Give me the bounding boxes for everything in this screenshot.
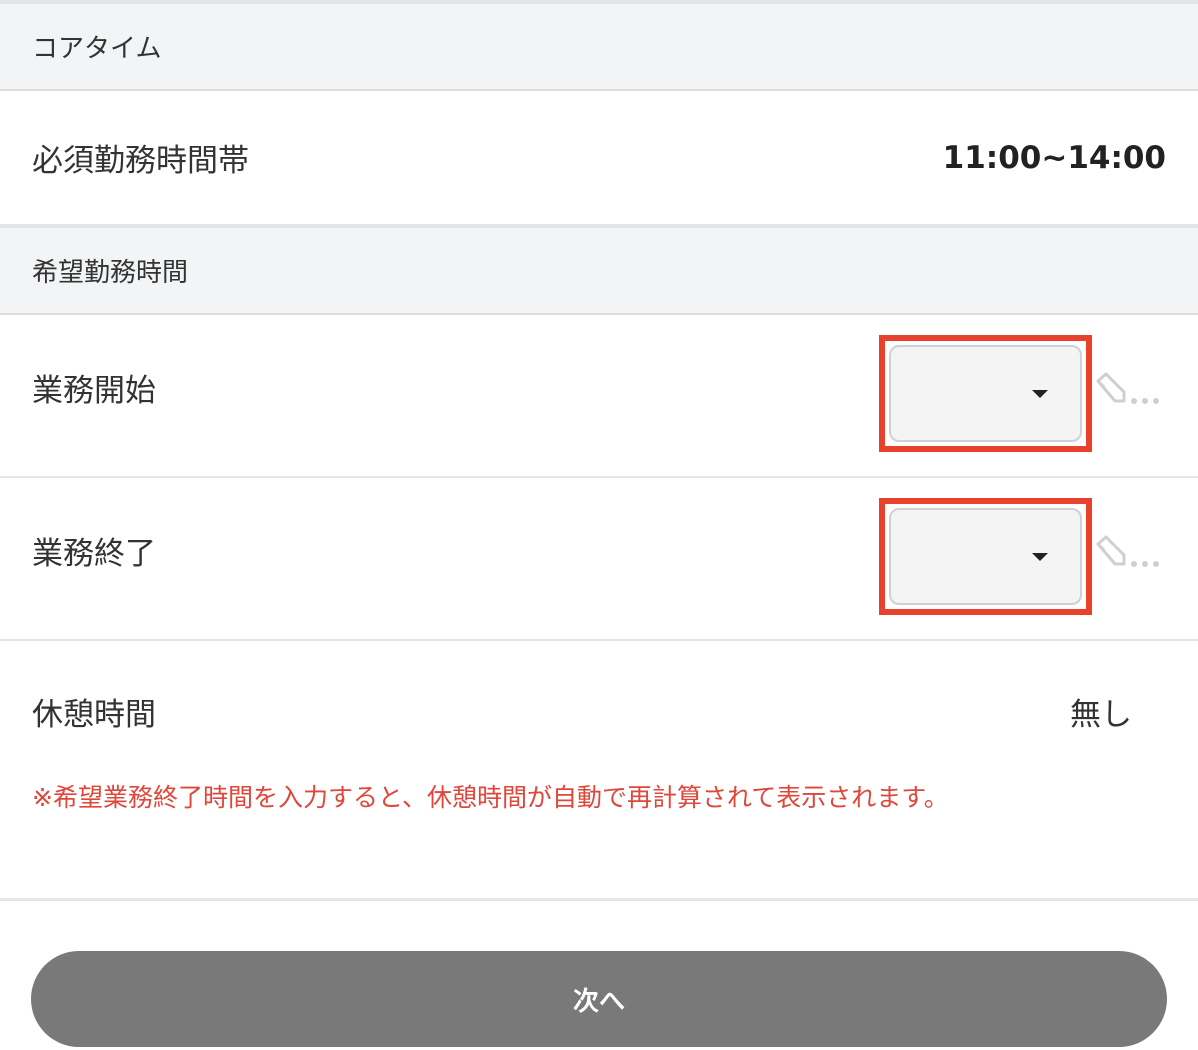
required-time-label: 必須勤務時間帯	[32, 143, 249, 179]
caret-down-icon	[1032, 552, 1048, 561]
work-end-label: 業務終了	[32, 536, 156, 572]
caret-down-icon	[1032, 389, 1048, 398]
break-recalc-note: ※希望業務終了時間を入力すると、休憩時間が自動で再計算されて表示されます。	[32, 783, 949, 812]
break-time-label: 休憩時間	[32, 697, 156, 733]
work-start-select-highlight	[879, 335, 1092, 452]
work-end-select-highlight	[879, 498, 1092, 615]
break-time-line: 休憩時間 無し	[32, 689, 1166, 734]
pencil-icon[interactable]	[1092, 534, 1162, 574]
work-start-row: 業務開始	[0, 315, 1198, 478]
desired-time-header: 希望勤務時間	[0, 228, 1198, 315]
work-start-label: 業務開始	[32, 373, 156, 409]
desired-time-header-label: 希望勤務時間	[32, 258, 189, 288]
work-start-select[interactable]	[889, 345, 1082, 442]
work-end-select[interactable]	[889, 508, 1082, 605]
pencil-icon[interactable]	[1092, 371, 1162, 411]
core-time-header: コアタイム	[0, 4, 1198, 91]
work-time-form: コアタイム 必須勤務時間帯 11:00~14:00 希望勤務時間 業務開始 業務…	[0, 0, 1198, 1050]
required-time-row: 必須勤務時間帯 11:00~14:00	[0, 91, 1198, 228]
required-time-value: 11:00~14:00	[942, 139, 1166, 176]
button-area: 次へ	[0, 901, 1198, 1047]
work-end-row: 業務終了	[0, 478, 1198, 641]
break-time-row: 休憩時間 無し ※希望業務終了時間を入力すると、休憩時間が自動で再計算されて表示…	[0, 689, 1198, 901]
break-time-value: 無し	[1070, 697, 1132, 733]
core-time-header-label: コアタイム	[32, 34, 162, 64]
next-button[interactable]: 次へ	[31, 951, 1167, 1047]
